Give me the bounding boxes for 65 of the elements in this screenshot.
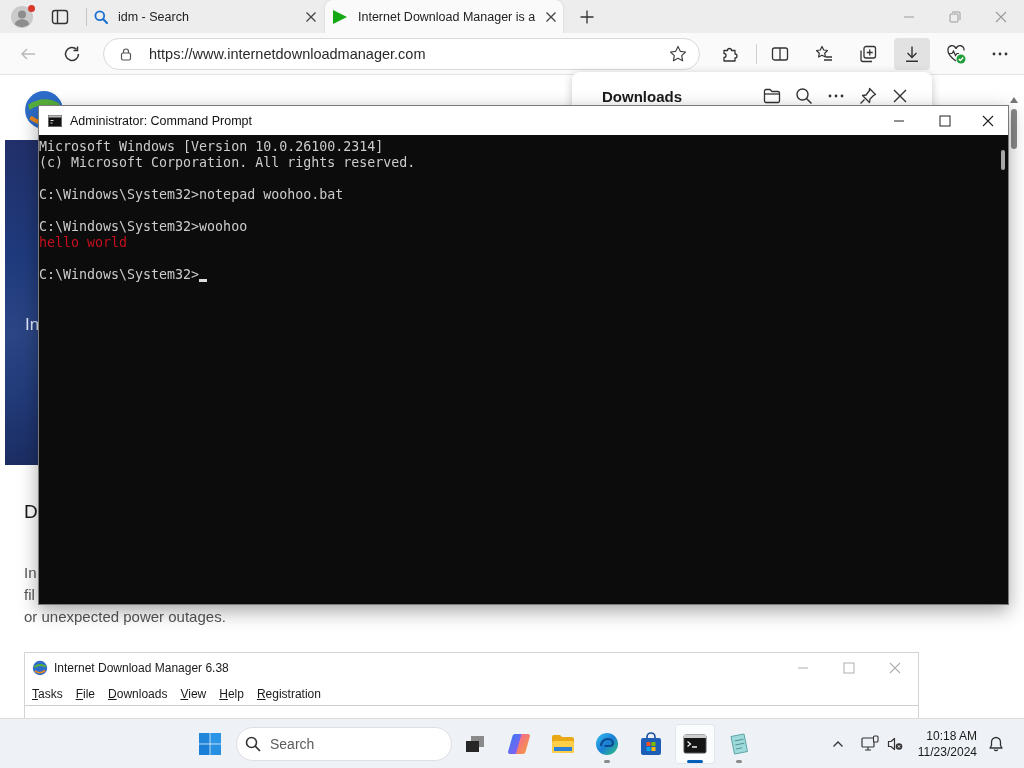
console-line: hello world	[39, 235, 128, 250]
paragraph-line: fil	[24, 585, 35, 605]
browser-tab[interactable]: idm - Search	[87, 0, 325, 33]
scroll-up-arrow-icon[interactable]	[1010, 97, 1018, 103]
close-icon[interactable]	[305, 10, 317, 23]
play-triangle-icon	[332, 8, 348, 25]
close-icon[interactable]	[545, 10, 558, 23]
notepad-icon	[727, 731, 751, 756]
bell-icon[interactable]	[988, 735, 1004, 752]
split-screen-icon[interactable]	[771, 44, 789, 63]
shopping-bag-icon	[639, 731, 663, 756]
menu-item[interactable]: Registration	[256, 687, 321, 701]
refresh-icon[interactable]	[63, 44, 81, 63]
notification-dot-icon	[28, 4, 35, 12]
panel-title: Downloads	[602, 87, 682, 105]
download-icon	[903, 44, 921, 63]
muted-speaker-icon[interactable]	[887, 735, 903, 752]
maximize-icon[interactable]	[939, 114, 951, 127]
folder-icon[interactable]	[763, 87, 781, 105]
paragraph-line: or unexpected power outages.	[24, 607, 226, 627]
close-icon[interactable]	[982, 114, 994, 127]
menu-item[interactable]: Tasks	[32, 687, 63, 701]
window-title: Administrator: Command Prompt	[70, 113, 252, 128]
scrollbar-thumb[interactable]	[1011, 109, 1017, 149]
taskbar-app-button[interactable]	[675, 723, 715, 764]
profile-avatar-icon[interactable]	[11, 5, 33, 28]
console-icon	[48, 114, 62, 127]
swirl-logo-icon	[595, 731, 619, 756]
star-list-icon[interactable]	[815, 44, 833, 63]
downloads-button[interactable]	[894, 37, 930, 70]
clock-time[interactable]: 10:18 AM	[926, 727, 977, 744]
star-icon[interactable]	[669, 44, 687, 63]
search-icon	[94, 9, 108, 24]
paragraph-line: In	[24, 563, 37, 583]
console-line: C:\Windows\System32>notepad woohoo.bat	[39, 187, 344, 202]
scrollbar-thumb[interactable]	[1001, 150, 1005, 170]
section-heading: D	[24, 500, 38, 524]
console-line: C:\Windows\System32>	[39, 267, 200, 282]
search-icon	[245, 735, 261, 752]
browser-tab[interactable]: Internet Download Manager is a	[325, 0, 563, 33]
menu-item[interactable]: Downloads	[108, 687, 168, 701]
lock-icon[interactable]	[119, 46, 133, 61]
globe-logo-icon	[32, 660, 48, 676]
stacked-squares-plus-icon[interactable]	[859, 44, 877, 63]
heart-pulse-icon[interactable]	[946, 43, 966, 64]
menu-item[interactable]: Help	[219, 687, 244, 701]
start-icon[interactable]	[198, 731, 222, 756]
new-tab-icon[interactable]	[580, 9, 594, 24]
console-line: C:\Windows\System32>woohoo	[39, 219, 248, 234]
clock-date[interactable]: 11/23/2024	[917, 743, 977, 760]
terminal-icon	[683, 731, 707, 756]
app-window-title: Internet Download Manager 6.38	[54, 661, 229, 675]
close-icon[interactable]	[891, 87, 909, 105]
pin-icon[interactable]	[859, 87, 877, 105]
monitor-icon[interactable]	[861, 734, 879, 753]
menu-item[interactable]: View	[180, 687, 207, 701]
search-icon[interactable]	[795, 87, 813, 105]
sidebar-panel-icon[interactable]	[51, 7, 69, 26]
console-line: Microsoft Windows [Version 10.0.26100.2314]	[39, 139, 384, 154]
search-field[interactable]: Search	[236, 726, 452, 761]
banner-text: In	[25, 316, 40, 334]
console-line: (c) Microsoft Corporation. All rights reserved.	[39, 155, 416, 170]
menu-item[interactable]: File	[75, 687, 96, 701]
ribbon-logo-icon	[507, 731, 531, 756]
address-bar[interactable]: https://www.internetdownloadmanager.com	[103, 37, 700, 70]
